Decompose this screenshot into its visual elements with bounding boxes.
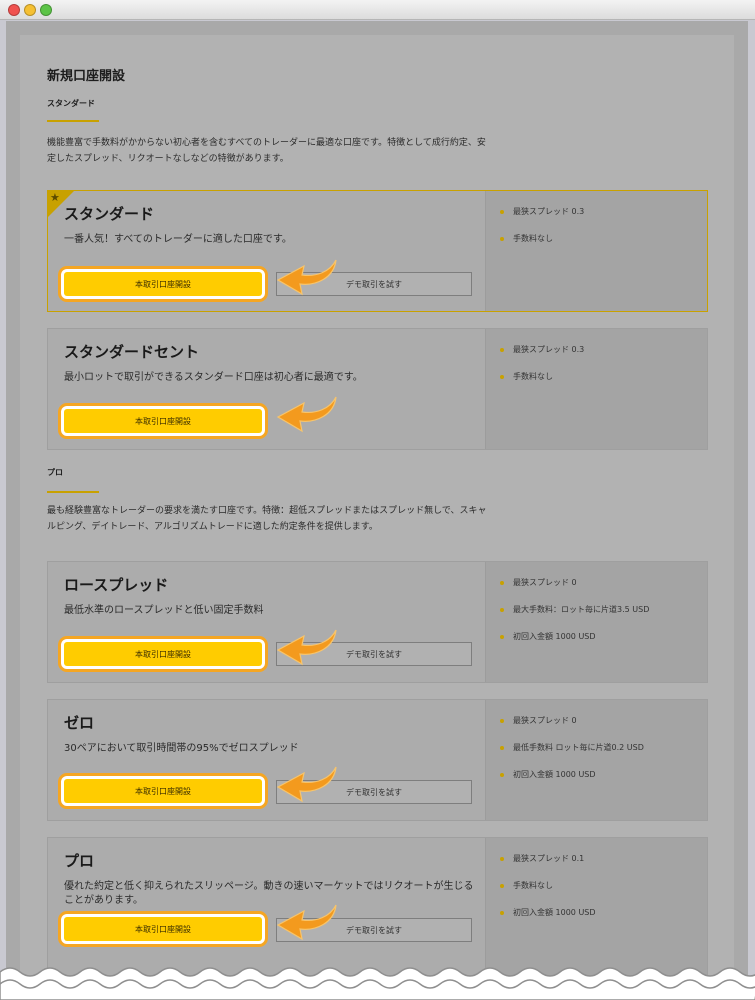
account-card-zero: ゼロ 30ペアにおいて取引時間帯の95%でゼロスプレッド 本取引口座開設 デモ取… — [47, 699, 708, 821]
section-underline — [47, 120, 99, 122]
open-live-account-button[interactable]: 本取引口座開設 — [58, 773, 268, 809]
section-description-pro: 最も経験豊富なトレーダーの要求を満たす口座です。特徴：超低スプレッドまたはスプレ… — [47, 506, 487, 532]
open-live-account-label: 本取引口座開設 — [64, 917, 262, 941]
account-name: ゼロ — [64, 714, 95, 732]
account-description: 優れた約定と低く抑えられたスリッページ。動きの速いマーケットではリクオートが生じ… — [64, 881, 474, 906]
open-live-account-label: 本取引口座開設 — [64, 779, 262, 803]
open-live-account-label: 本取引口座開設 — [64, 642, 262, 666]
section-description-standard: 機能豊富で手数料がかからない初心者を含むすべてのトレーダーに最適な口座です。特徴… — [47, 138, 486, 164]
content-panel: 新規口座開設 スタンダード 機能豊富で手数料がかからない初心者を含むすべてのトレ… — [20, 35, 734, 1000]
open-live-account-label: 本取引口座開設 — [64, 272, 262, 296]
section-label-standard: スタンダード — [47, 99, 95, 108]
window-titlebar — [0, 0, 755, 20]
account-features-panel: 最狭スプレッド 0.3 手数料なし — [485, 329, 707, 449]
feature-item: 初回入金額 1000 USD — [500, 770, 644, 797]
feature-item: 最低手数料 ロット毎に片道0.2 USD — [500, 743, 644, 770]
account-name: スタンダード — [64, 205, 155, 223]
page-title: 新規口座開設 — [47, 69, 126, 84]
arrow-pointer-icon — [276, 259, 337, 296]
account-card-standard: ★ スタンダード 一番人気！すべてのトレーダーに適した口座です。 本取引口座開設… — [47, 190, 708, 312]
section-underline — [47, 491, 99, 493]
close-window-button[interactable] — [8, 4, 20, 16]
feature-item: 最狭スプレッド 0 — [500, 716, 644, 743]
account-description: 一番人気！すべてのトレーダーに適した口座です。 — [64, 234, 292, 245]
section-label-pro: プロ — [47, 468, 63, 477]
open-live-account-button[interactable]: 本取引口座開設 — [58, 403, 268, 439]
open-live-account-button[interactable]: 本取引口座開設 — [58, 266, 268, 302]
account-features-panel: 最狭スプレッド 0.3 手数料なし — [485, 191, 707, 311]
account-card-standard-cent: スタンダードセント 最小ロットで取引ができるスタンダード口座は初心者に最適です。… — [47, 328, 708, 450]
open-live-account-button[interactable]: 本取引口座開設 — [58, 911, 268, 947]
account-card-low-spread: ロースプレッド 最低水準のロースプレッドと低い固定手数料 本取引口座開設 デモ取… — [47, 561, 708, 683]
feature-item: 最狭スプレッド 0 — [500, 578, 649, 605]
account-features-panel: 最狭スプレッド 0.1 手数料なし 初回入金額 1000 USD — [485, 838, 707, 976]
feature-item: 最狭スプレッド 0.3 — [500, 207, 584, 234]
feature-item: 手数料なし — [500, 881, 596, 908]
feature-item: 初回入金額 1000 USD — [500, 908, 596, 935]
arrow-pointer-icon — [276, 629, 337, 666]
account-description: 最小ロットで取引ができるスタンダード口座は初心者に最適です。 — [64, 372, 363, 383]
browser-viewport: 新規口座開設 スタンダード 機能豊富で手数料がかからない初心者を含むすべてのトレ… — [6, 21, 748, 1000]
account-card-pro: プロ 優れた約定と低く抑えられたスリッページ。動きの速いマーケットではリクオート… — [47, 837, 708, 977]
feature-item: 最狭スプレッド 0.1 — [500, 854, 596, 881]
arrow-pointer-icon — [276, 766, 337, 803]
feature-item: 最大手数料：ロット毎に片道3.5 USD — [500, 605, 649, 632]
feature-item: 最狭スプレッド 0.3 — [500, 345, 584, 372]
feature-item: 初回入金額 1000 USD — [500, 632, 649, 659]
account-name: プロ — [64, 852, 95, 870]
account-features-panel: 最狭スプレッド 0 最大手数料：ロット毎に片道3.5 USD 初回入金額 100… — [485, 562, 707, 682]
open-live-account-label: 本取引口座開設 — [64, 409, 262, 433]
account-name: ロースプレッド — [64, 576, 169, 594]
star-icon: ★ — [50, 191, 60, 204]
feature-item: 手数料なし — [500, 234, 584, 261]
account-features-panel: 最狭スプレッド 0 最低手数料 ロット毎に片道0.2 USD 初回入金額 100… — [485, 700, 707, 820]
feature-item: 手数料なし — [500, 372, 584, 399]
torn-page-edge — [0, 967, 755, 1000]
maximize-window-button[interactable] — [40, 4, 52, 16]
arrow-pointer-icon — [276, 904, 337, 941]
account-description: 最低水準のロースプレッドと低い固定手数料 — [64, 605, 264, 616]
open-live-account-button[interactable]: 本取引口座開設 — [58, 636, 268, 672]
arrow-pointer-icon — [276, 396, 337, 433]
account-description: 30ペアにおいて取引時間帯の95%でゼロスプレッド — [64, 743, 299, 754]
minimize-window-button[interactable] — [24, 4, 36, 16]
account-name: スタンダードセント — [64, 343, 200, 361]
